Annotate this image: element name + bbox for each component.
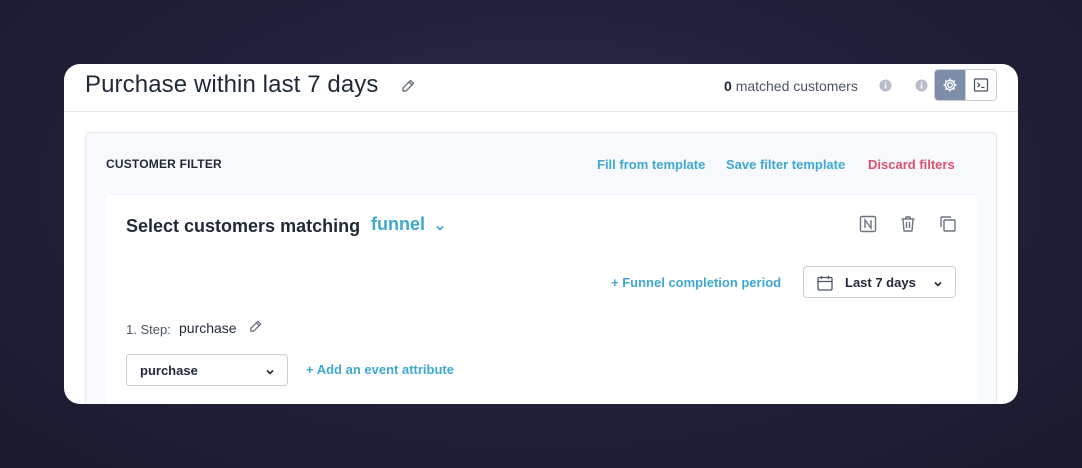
trash-icon[interactable] xyxy=(898,214,918,234)
matched-customers: 0 matched customers xyxy=(724,78,858,94)
matched-count: 0 xyxy=(724,78,732,94)
info-icon[interactable] xyxy=(915,79,928,92)
edit-pencil-icon[interactable] xyxy=(400,78,416,94)
event-select-value: purchase xyxy=(140,363,198,378)
chevron-down-icon xyxy=(932,277,944,289)
notation-icon[interactable] xyxy=(858,214,878,234)
condition-type-dropdown[interactable]: funnel xyxy=(371,214,425,235)
copy-icon[interactable] xyxy=(938,214,958,234)
event-select[interactable]: purchase xyxy=(126,354,288,386)
fill-from-template-link[interactable]: Fill from template xyxy=(597,157,705,172)
segment-header: Purchase within last 7 days 0 matched cu… xyxy=(64,64,1018,112)
customer-filter-title: CUSTOMER FILTER xyxy=(106,157,222,171)
date-range-dropdown[interactable]: Last 7 days xyxy=(803,266,956,298)
chevron-down-icon[interactable] xyxy=(434,221,446,233)
funnel-completion-period-link[interactable]: + Funnel completion period xyxy=(611,275,781,290)
step-name: purchase xyxy=(179,320,237,336)
chevron-down-icon xyxy=(264,365,276,377)
segment-card: Purchase within last 7 days 0 matched cu… xyxy=(64,64,1018,404)
save-filter-template-link[interactable]: Save filter template xyxy=(726,157,845,172)
discard-filters-link[interactable]: Discard filters xyxy=(868,157,955,172)
calendar-icon xyxy=(816,274,834,292)
view-toggle xyxy=(934,69,997,101)
funnel-condition-card: Select customers matching funnel + Funne… xyxy=(106,196,977,404)
matched-label: matched customers xyxy=(735,78,858,94)
terminal-icon[interactable] xyxy=(965,70,996,100)
info-icon[interactable] xyxy=(879,79,892,92)
page-title: Purchase within last 7 days xyxy=(85,71,379,98)
edit-pencil-icon[interactable] xyxy=(248,319,263,334)
date-range-value: Last 7 days xyxy=(845,275,916,290)
step-label: 1. Step: xyxy=(126,322,171,337)
condition-label: Select customers matching xyxy=(126,216,361,236)
customer-filter-panel: CUSTOMER FILTER Fill from template Save … xyxy=(85,132,997,404)
add-event-attribute-link[interactable]: + Add an event attribute xyxy=(306,362,454,377)
settings-cog-icon[interactable] xyxy=(935,70,966,100)
